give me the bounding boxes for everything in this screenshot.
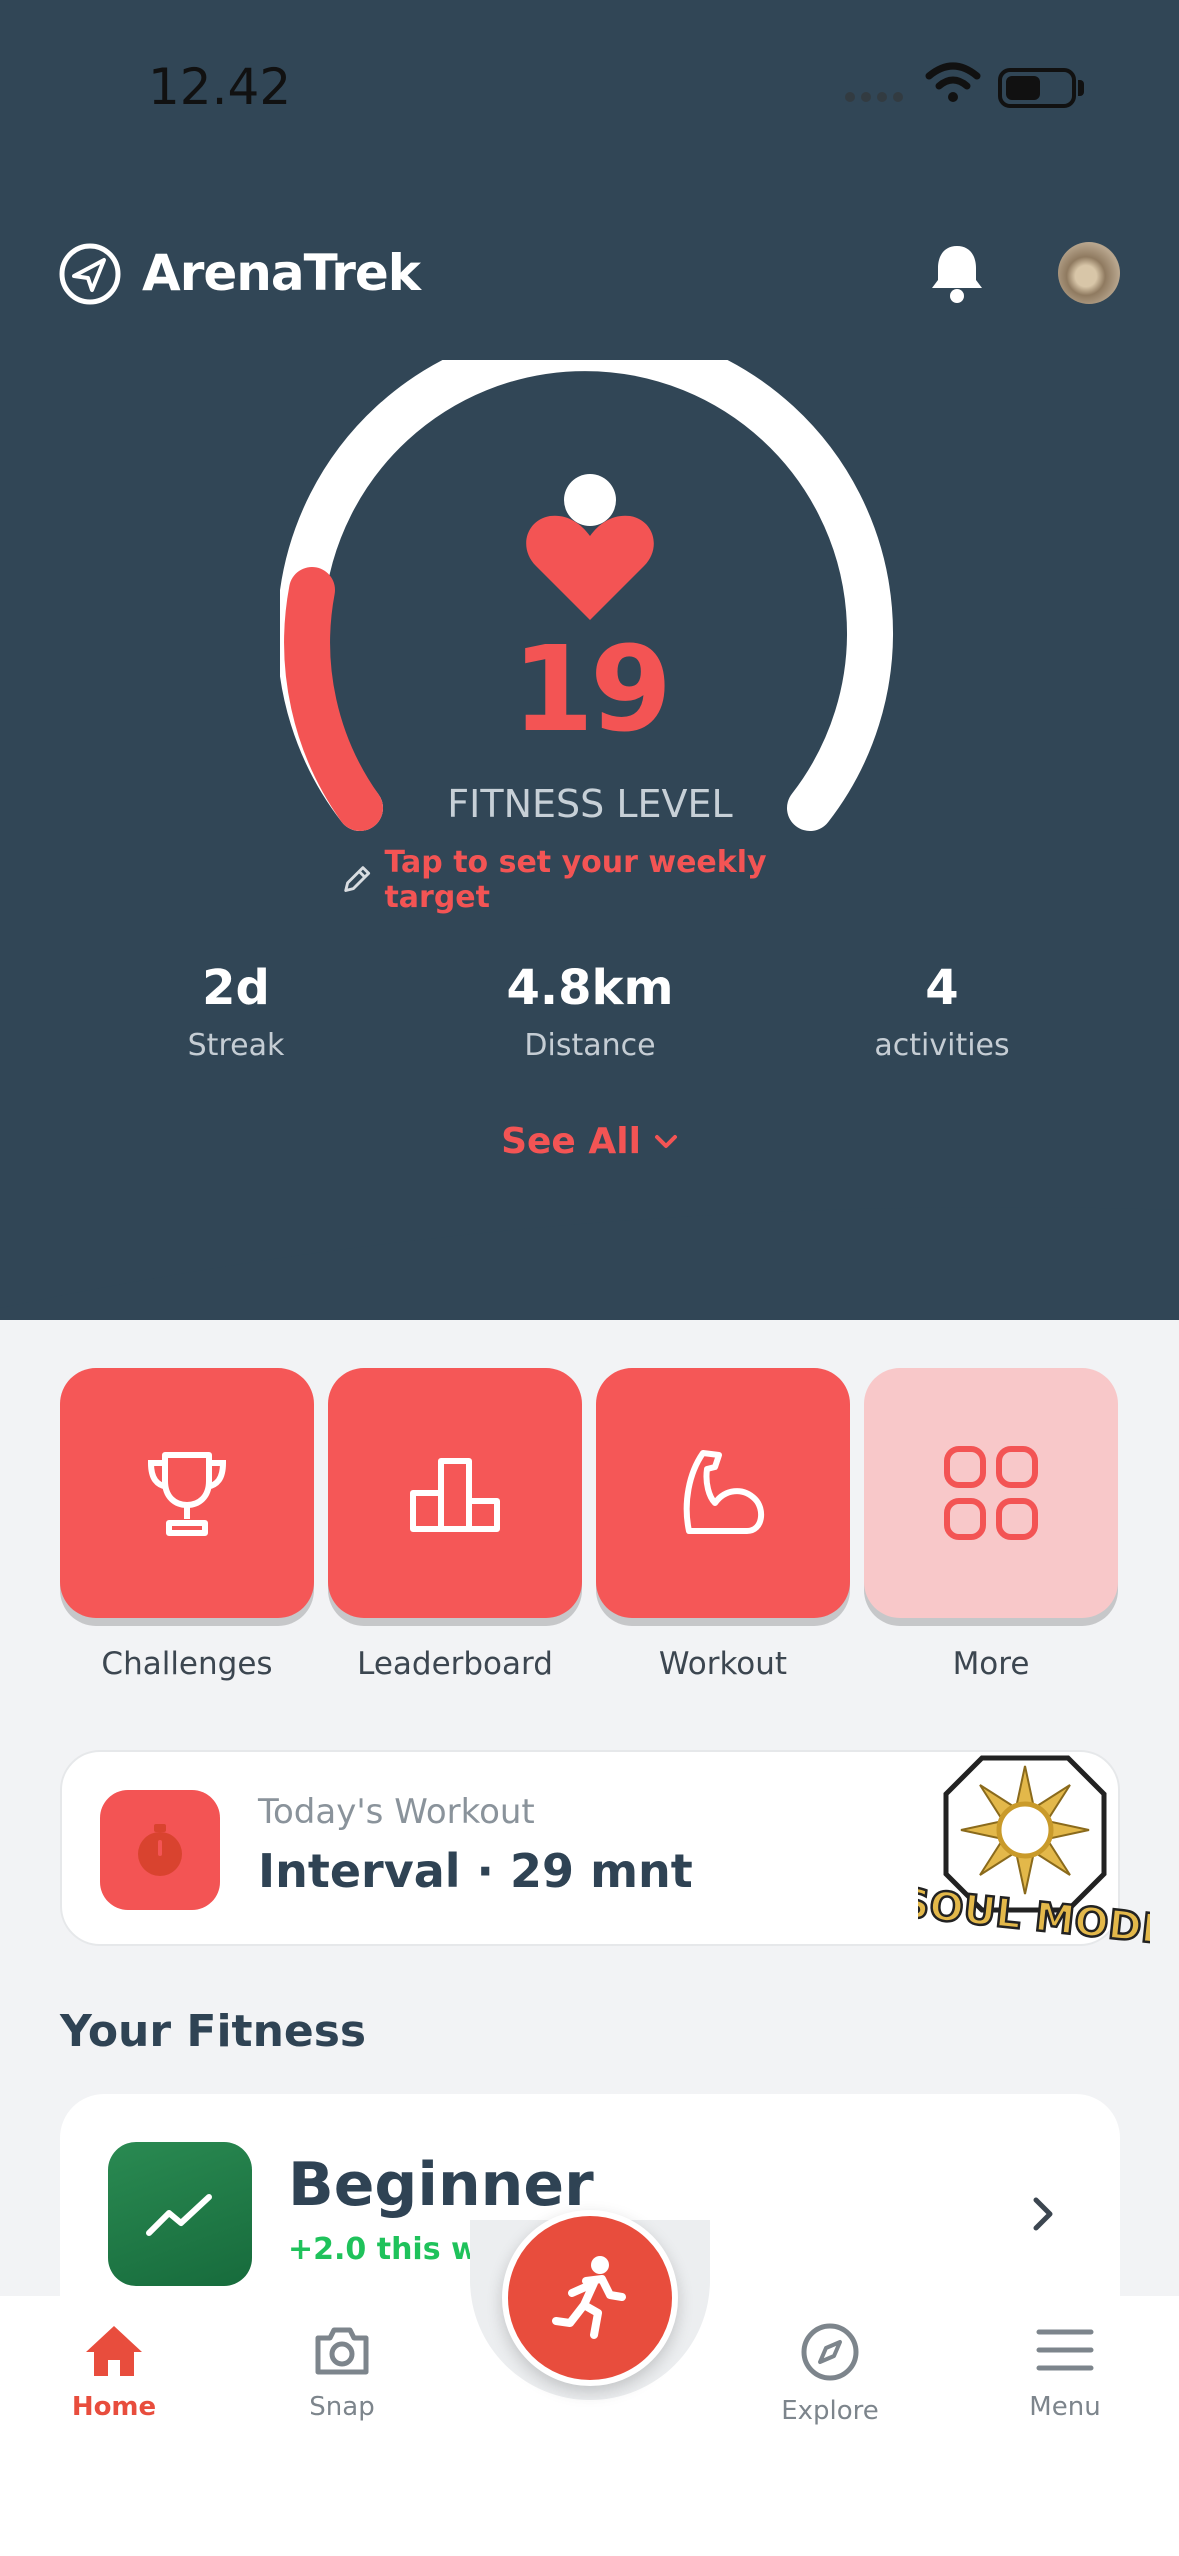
nav-explore[interactable]: Explore bbox=[740, 2322, 920, 2426]
trend-up-icon bbox=[108, 2142, 252, 2286]
pencil-icon bbox=[344, 866, 371, 892]
signal-dots-icon bbox=[845, 92, 905, 102]
stat-label: Streak bbox=[187, 1028, 285, 1063]
soul-mode-badge[interactable]: SOUL MODE bbox=[918, 1752, 1150, 1952]
avatar[interactable] bbox=[1058, 242, 1120, 304]
stat-value: 4.8km bbox=[506, 960, 674, 1016]
leaderboard-tile[interactable] bbox=[328, 1368, 582, 1618]
stat-streak: 2d Streak bbox=[86, 960, 386, 1063]
stat-value: 2d bbox=[202, 960, 270, 1016]
stat-activities: 4 activities bbox=[792, 960, 1092, 1063]
see-all-label: See All bbox=[501, 1120, 641, 1162]
leaderboard-label: Leaderboard bbox=[357, 1646, 553, 1682]
notification-bell-icon[interactable] bbox=[924, 240, 990, 306]
workout-label: Workout bbox=[658, 1646, 788, 1682]
fitness-level-name: Beginner bbox=[288, 2150, 594, 2220]
hero-curve bbox=[0, 1190, 1179, 1308]
nav-home[interactable]: Home bbox=[24, 2322, 204, 2422]
challenges-tile[interactable] bbox=[60, 1368, 314, 1618]
trophy-icon bbox=[147, 1452, 227, 1536]
workout-subtitle: Today's Workout bbox=[258, 1792, 535, 1832]
see-all-button[interactable]: See All bbox=[440, 1116, 740, 1166]
stat-label: activities bbox=[874, 1028, 1010, 1063]
home-icon bbox=[86, 2326, 142, 2376]
nav-explore-label: Explore bbox=[781, 2396, 879, 2426]
stat-value: 4 bbox=[925, 960, 959, 1016]
chevron-down-icon bbox=[654, 1135, 677, 1148]
nav-home-label: Home bbox=[71, 2392, 157, 2422]
logo-icon bbox=[59, 243, 121, 305]
nav-menu[interactable]: Menu bbox=[975, 2322, 1155, 2422]
app-name: ArenaTrek bbox=[142, 244, 421, 302]
compass-icon bbox=[801, 2323, 859, 2381]
section-title-your-fitness: Your Fitness bbox=[60, 2006, 367, 2057]
hamburger-menu-icon bbox=[1036, 2329, 1094, 2371]
fitness-gauge bbox=[280, 360, 893, 831]
nav-menu-label: Menu bbox=[1029, 2392, 1101, 2422]
chevron-right-icon bbox=[1033, 2197, 1053, 2231]
workout-title: Interval · 29 mnt bbox=[258, 1844, 693, 1898]
battery-tip bbox=[1078, 80, 1084, 96]
running-person-icon bbox=[552, 2256, 626, 2339]
stat-distance: 4.8km Distance bbox=[440, 960, 740, 1063]
start-activity-button[interactable] bbox=[502, 2210, 678, 2386]
challenges-label: Challenges bbox=[101, 1646, 273, 1682]
workout-tile[interactable] bbox=[596, 1368, 850, 1618]
more-label: More bbox=[952, 1646, 1030, 1682]
flexed-arm-icon bbox=[683, 1450, 765, 1534]
grid-icon bbox=[944, 1446, 1038, 1540]
more-tile[interactable] bbox=[864, 1368, 1118, 1618]
nav-snap-label: Snap bbox=[309, 2392, 375, 2422]
stat-label: Distance bbox=[524, 1028, 656, 1063]
fitness-level-label: FITNESS LEVEL bbox=[447, 782, 733, 826]
status-time: 12.42 bbox=[148, 58, 292, 116]
stopwatch-icon bbox=[100, 1790, 220, 1910]
nav-snap[interactable]: Snap bbox=[252, 2322, 432, 2422]
bar-chart-icon bbox=[410, 1458, 500, 1532]
fitness-level-value: 19 bbox=[511, 620, 672, 758]
battery-icon bbox=[998, 68, 1076, 108]
set-weekly-target-link[interactable]: Tap to set your weekly target bbox=[340, 845, 860, 915]
target-link-text: Tap to set your weekly target bbox=[384, 845, 767, 915]
camera-icon bbox=[315, 2327, 369, 2375]
wifi-icon bbox=[925, 62, 981, 102]
